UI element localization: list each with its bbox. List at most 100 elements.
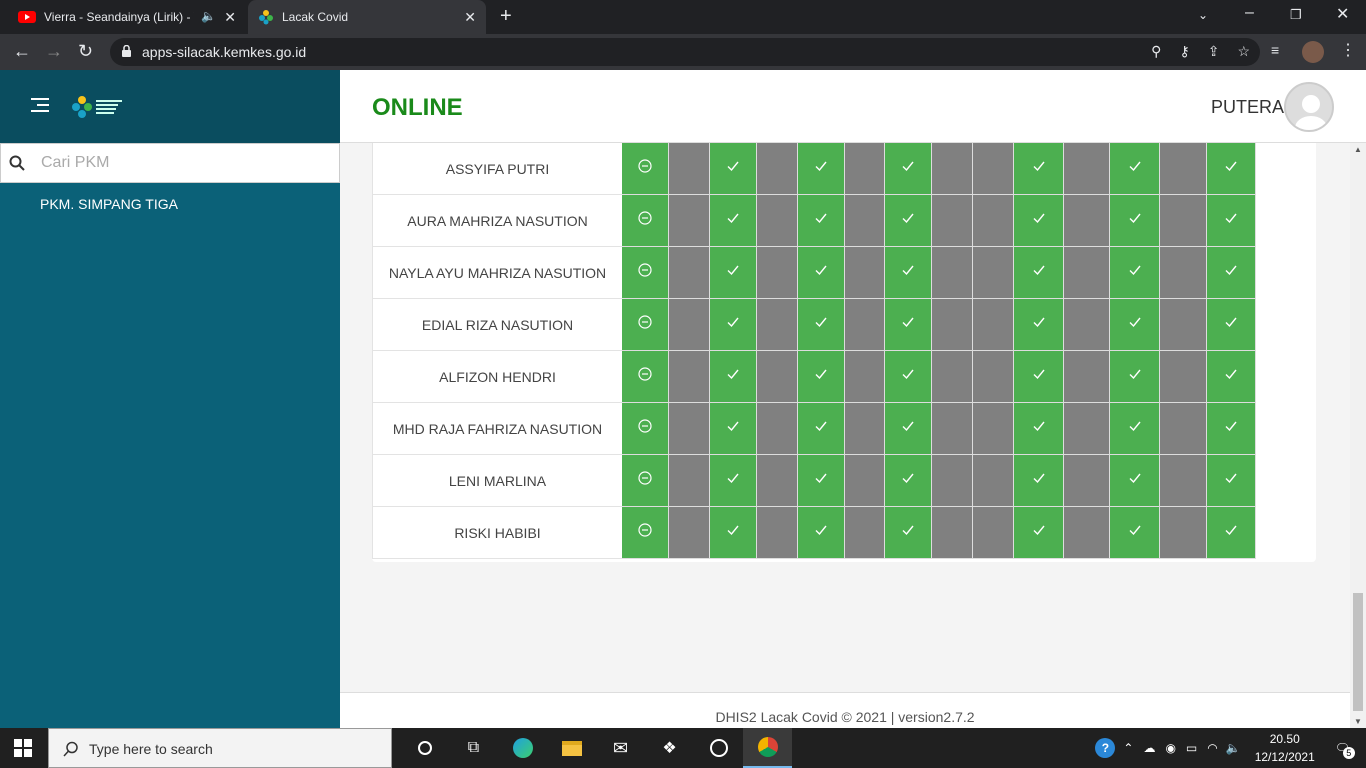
status-empty-cell[interactable] <box>669 351 710 403</box>
status-empty-cell[interactable] <box>757 507 798 559</box>
status-empty-cell[interactable] <box>932 143 973 195</box>
status-empty-cell[interactable] <box>1064 507 1110 559</box>
speaker-icon[interactable]: 🔈 <box>201 9 216 23</box>
status-empty-cell[interactable] <box>1064 299 1110 351</box>
status-minus-cell[interactable] <box>622 247 669 299</box>
status-empty-cell[interactable] <box>845 507 885 559</box>
status-check-cell[interactable] <box>710 455 757 507</box>
status-check-cell[interactable] <box>710 247 757 299</box>
status-empty-cell[interactable] <box>1064 143 1110 195</box>
status-empty-cell[interactable] <box>973 455 1014 507</box>
edge-icon[interactable] <box>498 728 547 768</box>
status-check-cell[interactable] <box>710 195 757 247</box>
status-empty-cell[interactable] <box>973 507 1014 559</box>
status-minus-cell[interactable] <box>622 143 669 195</box>
share-icon[interactable]: ⇪ <box>1208 43 1220 60</box>
status-empty-cell[interactable] <box>669 143 710 195</box>
status-check-cell[interactable] <box>1110 143 1160 195</box>
wifi-icon[interactable]: ◠ <box>1207 741 1217 755</box>
status-empty-cell[interactable] <box>1160 195 1207 247</box>
status-minus-cell[interactable] <box>622 195 669 247</box>
status-minus-cell[interactable] <box>622 299 669 351</box>
status-check-cell[interactable] <box>710 403 757 455</box>
status-empty-cell[interactable] <box>669 247 710 299</box>
status-empty-cell[interactable] <box>757 403 798 455</box>
status-empty-cell[interactable] <box>932 247 973 299</box>
status-empty-cell[interactable] <box>669 455 710 507</box>
status-empty-cell[interactable] <box>1160 403 1207 455</box>
tab-lacak-covid[interactable]: Lacak Covid ✕ <box>248 0 486 34</box>
status-empty-cell[interactable] <box>845 247 885 299</box>
forward-icon[interactable]: → <box>45 41 63 62</box>
status-empty-cell[interactable] <box>932 299 973 351</box>
status-empty-cell[interactable] <box>1160 247 1207 299</box>
status-check-cell[interactable] <box>798 351 845 403</box>
key-icon[interactable]: ⚷ <box>1179 43 1189 60</box>
menu-toggle-icon[interactable] <box>31 98 49 112</box>
reload-icon[interactable]: ↻ <box>78 41 93 62</box>
status-empty-cell[interactable] <box>1064 455 1110 507</box>
bookmark-star-icon[interactable]: ☆ <box>1237 43 1250 60</box>
status-check-cell[interactable] <box>1207 143 1256 195</box>
status-empty-cell[interactable] <box>845 299 885 351</box>
status-check-cell[interactable] <box>1207 247 1256 299</box>
taskbar-search[interactable]: Type here to search <box>48 728 392 768</box>
status-empty-cell[interactable] <box>757 351 798 403</box>
new-tab-icon[interactable]: + <box>500 5 512 28</box>
scroll-up-icon[interactable]: ▲ <box>1354 145 1362 154</box>
status-check-cell[interactable] <box>885 507 932 559</box>
status-check-cell[interactable] <box>798 143 845 195</box>
status-empty-cell[interactable] <box>932 195 973 247</box>
address-bar[interactable]: apps-silacak.kemkes.go.id ⚲ ⚷ ⇪ ☆ <box>110 38 1260 66</box>
volume-icon[interactable]: 🔈 <box>1226 741 1241 755</box>
status-check-cell[interactable] <box>1207 455 1256 507</box>
avatar[interactable] <box>1284 82 1334 132</box>
close-window-icon[interactable]: ✕ <box>1336 4 1349 24</box>
status-check-cell[interactable] <box>1207 195 1256 247</box>
status-check-cell[interactable] <box>885 247 932 299</box>
status-check-cell[interactable] <box>885 351 932 403</box>
app-shield-icon[interactable] <box>694 728 743 768</box>
chrome-icon[interactable] <box>743 728 792 768</box>
status-empty-cell[interactable] <box>669 195 710 247</box>
status-empty-cell[interactable] <box>845 403 885 455</box>
cloud-icon[interactable]: ☁ <box>1143 741 1155 755</box>
status-check-cell[interactable] <box>1110 195 1160 247</box>
status-empty-cell[interactable] <box>757 455 798 507</box>
status-empty-cell[interactable] <box>973 247 1014 299</box>
status-empty-cell[interactable] <box>845 143 885 195</box>
status-minus-cell[interactable] <box>622 351 669 403</box>
status-check-cell[interactable] <box>710 351 757 403</box>
notification-icon[interactable]: 🗨 5 <box>1335 741 1355 759</box>
status-check-cell[interactable] <box>1110 351 1160 403</box>
chevron-up-icon[interactable]: ⌃ <box>1123 741 1133 755</box>
status-empty-cell[interactable] <box>1064 195 1110 247</box>
status-empty-cell[interactable] <box>973 351 1014 403</box>
status-empty-cell[interactable] <box>1160 507 1207 559</box>
battery-icon[interactable]: ▭ <box>1186 741 1197 755</box>
status-check-cell[interactable] <box>1014 351 1064 403</box>
status-check-cell[interactable] <box>1110 455 1160 507</box>
sidebar-item-pkm-simpang-tiga[interactable]: PKM. SIMPANG TIGA <box>40 196 178 212</box>
status-check-cell[interactable] <box>1110 299 1160 351</box>
status-check-cell[interactable] <box>798 455 845 507</box>
scroll-down-icon[interactable]: ▼ <box>1354 717 1362 726</box>
status-empty-cell[interactable] <box>1160 143 1207 195</box>
windows-start-icon[interactable] <box>14 739 32 757</box>
status-check-cell[interactable] <box>798 299 845 351</box>
status-empty-cell[interactable] <box>932 507 973 559</box>
page-scrollbar[interactable]: ▲ ▼ <box>1350 143 1366 728</box>
status-empty-cell[interactable] <box>973 299 1014 351</box>
status-check-cell[interactable] <box>1014 195 1064 247</box>
status-check-cell[interactable] <box>1207 299 1256 351</box>
status-empty-cell[interactable] <box>757 195 798 247</box>
status-empty-cell[interactable] <box>973 143 1014 195</box>
status-empty-cell[interactable] <box>757 143 798 195</box>
status-empty-cell[interactable] <box>1064 247 1110 299</box>
status-check-cell[interactable] <box>1110 403 1160 455</box>
status-check-cell[interactable] <box>710 507 757 559</box>
status-check-cell[interactable] <box>1014 247 1064 299</box>
status-check-cell[interactable] <box>710 143 757 195</box>
status-check-cell[interactable] <box>1207 403 1256 455</box>
status-check-cell[interactable] <box>1014 143 1064 195</box>
